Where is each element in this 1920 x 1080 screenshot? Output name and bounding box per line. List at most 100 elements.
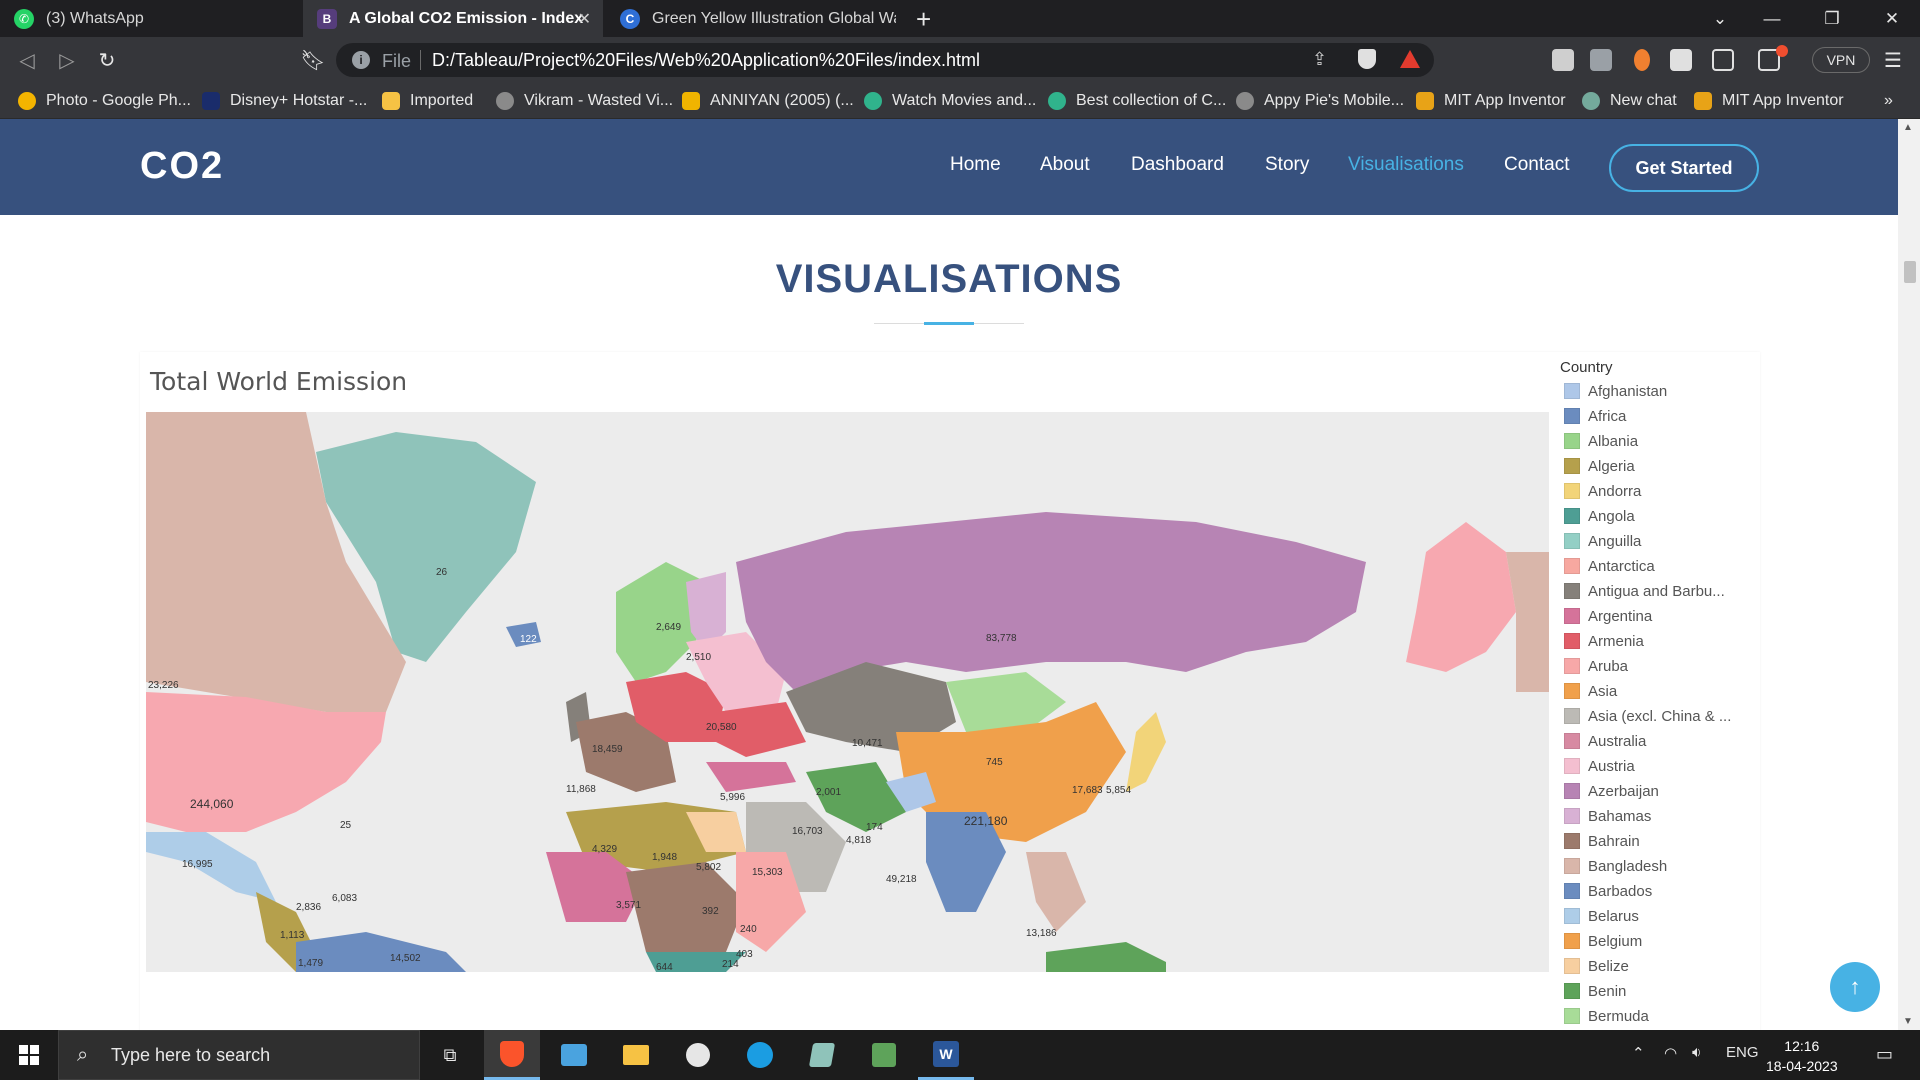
menu-icon[interactable]: ☰	[1880, 47, 1906, 73]
brave-rewards-icon[interactable]	[1400, 50, 1420, 68]
legend-item[interactable]: Antarctica	[1564, 556, 1655, 576]
legend-item[interactable]: Afghanistan	[1564, 381, 1667, 401]
taskbar-clock[interactable]: 12:16 18-04-2023	[1766, 1036, 1838, 1076]
tab-search-icon[interactable]: ⌄	[1694, 0, 1746, 37]
scrollbar-thumb[interactable]	[1904, 261, 1916, 283]
bookmark-watch-movies[interactable]: Watch Movies and...	[864, 83, 1036, 119]
close-tab-icon[interactable]: ✕	[578, 9, 591, 29]
image-viewer-icon[interactable]	[856, 1030, 912, 1080]
legend-item[interactable]: Bahrain	[1564, 831, 1640, 851]
google-photos-icon	[18, 92, 36, 110]
legend-item[interactable]: Albania	[1564, 431, 1638, 451]
nav-dashboard[interactable]: Dashboard	[1131, 154, 1224, 176]
sidebar-icon[interactable]	[1712, 49, 1734, 71]
vpn-button[interactable]: VPN	[1812, 47, 1870, 73]
language-indicator[interactable]: ENG	[1726, 1044, 1759, 1061]
legend-item[interactable]: Antigua and Barbu...	[1564, 581, 1725, 601]
world-map[interactable]: 26 23,226 244,060 16,995 83,778 221,180 …	[146, 412, 1549, 972]
back-to-top-button[interactable]: ↑	[1830, 962, 1880, 1012]
legend-item[interactable]: Benin	[1564, 981, 1626, 1001]
forward-icon[interactable]: ▷	[54, 47, 80, 73]
legend-item[interactable]: Anguilla	[1564, 531, 1641, 551]
back-icon[interactable]: ◁	[14, 47, 40, 73]
legend-swatch	[1564, 608, 1580, 624]
close-window-icon[interactable]: ✕	[1866, 0, 1918, 37]
tray-overflow-icon[interactable]: ⌃	[1632, 1044, 1645, 1062]
bookmark-mit-app-inventor[interactable]: MIT App Inventor	[1416, 83, 1566, 119]
url-text[interactable]: D:/Tableau/Project%20Files/Web%20Applica…	[432, 50, 980, 71]
legend-item[interactable]: Austria	[1564, 756, 1635, 776]
nav-contact[interactable]: Contact	[1504, 154, 1569, 176]
edge-browser-icon[interactable]	[732, 1030, 788, 1080]
legend-item[interactable]: Belarus	[1564, 906, 1639, 926]
legend-item[interactable]: Asia	[1564, 681, 1617, 701]
page-scrollbar[interactable]: ▲ ▼	[1898, 119, 1920, 1030]
bookmark-best-collection[interactable]: Best collection of C...	[1048, 83, 1226, 119]
bookmark-anniyan[interactable]: ANNIYAN (2005) (...	[682, 83, 854, 119]
wifi-icon[interactable]: ◠	[1664, 1044, 1677, 1062]
volume-icon[interactable]: 🔉︎	[1692, 1044, 1701, 1061]
legend-item[interactable]: Africa	[1564, 406, 1626, 426]
scroll-up-icon[interactable]: ▲	[1903, 122, 1913, 133]
taskbar-search[interactable]: ⌕ Type here to search	[58, 1030, 420, 1080]
world-map-svg[interactable]	[146, 412, 1549, 972]
site-logo[interactable]: CO2	[140, 145, 224, 188]
legend-item[interactable]: Asia (excl. China & ...	[1564, 706, 1731, 726]
legend-item[interactable]: Belize	[1564, 956, 1629, 976]
new-tab-button[interactable]: +	[916, 4, 931, 35]
nav-home[interactable]: Home	[950, 154, 1001, 176]
bookmarks-overflow-icon[interactable]: »	[1884, 83, 1893, 119]
bookmark-new-chat[interactable]: New chat	[1582, 83, 1677, 119]
legend-item[interactable]: Belgium	[1564, 931, 1642, 951]
legend-item[interactable]: Aruba	[1564, 656, 1628, 676]
extension-icon-2[interactable]	[1634, 49, 1650, 71]
download-icon[interactable]	[1590, 49, 1612, 71]
address-bar[interactable]: i File D:/Tableau/Project%20Files/Web%20…	[336, 43, 1434, 77]
bookmark-hotstar[interactable]: Disney+ Hotstar -...	[202, 83, 367, 119]
restore-icon[interactable]: ❐	[1806, 0, 1858, 37]
bookmark-mit-app-inventor-2[interactable]: MIT App Inventor	[1694, 83, 1844, 119]
tab-title: A Global CO2 Emission - Index	[349, 9, 584, 27]
desktop-app-icon[interactable]	[546, 1030, 602, 1080]
nav-story[interactable]: Story	[1265, 154, 1309, 176]
file-explorer-icon[interactable]	[608, 1030, 664, 1080]
legend-item[interactable]: Algeria	[1564, 456, 1635, 476]
minimize-icon[interactable]: —	[1746, 0, 1798, 37]
tab-co2-index[interactable]: B A Global CO2 Emission - Index ✕	[303, 0, 603, 37]
reload-icon[interactable]: ↻	[94, 47, 120, 73]
extension-icon-1[interactable]	[1552, 49, 1574, 71]
tab-whatsapp[interactable]: ✆ (3) WhatsApp	[0, 0, 300, 37]
notifications-icon[interactable]: ▭	[1876, 1044, 1893, 1065]
bookmark-vikram[interactable]: Vikram - Wasted Vi...	[496, 83, 673, 119]
legend-item[interactable]: Barbados	[1564, 881, 1652, 901]
bookmark-appy-pie[interactable]: Appy Pie's Mobile...	[1236, 83, 1404, 119]
bookmark-folder-imported[interactable]: Imported	[382, 83, 473, 119]
extensions-puzzle-icon[interactable]	[1670, 49, 1692, 71]
legend-item[interactable]: Angola	[1564, 506, 1635, 526]
bookmark-page-icon[interactable]: 🔖︎	[300, 47, 326, 73]
bookmark-google-photos[interactable]: Photo - Google Ph...	[18, 83, 191, 119]
legend-item[interactable]: Bermuda	[1564, 1006, 1649, 1026]
brave-shield-icon[interactable]	[1358, 49, 1376, 69]
legend-item[interactable]: Armenia	[1564, 631, 1644, 651]
task-view-icon[interactable]: ⧉	[422, 1030, 478, 1080]
notes-app-icon[interactable]	[794, 1030, 850, 1080]
legend-item[interactable]: Azerbaijan	[1564, 781, 1659, 801]
hotstar-icon	[202, 92, 220, 110]
site-info-icon[interactable]: i	[352, 51, 370, 69]
snipping-tool-icon[interactable]	[670, 1030, 726, 1080]
legend-item[interactable]: Argentina	[1564, 606, 1652, 626]
nav-about[interactable]: About	[1040, 154, 1090, 176]
legend-item[interactable]: Bangladesh	[1564, 856, 1667, 876]
word-icon[interactable]: W	[918, 1030, 974, 1080]
get-started-button[interactable]: Get Started	[1609, 144, 1759, 192]
legend-item[interactable]: Australia	[1564, 731, 1646, 751]
brave-browser-icon[interactable]	[484, 1030, 540, 1080]
tab-canva[interactable]: C Green Yellow Illustration Global Warmi	[606, 0, 906, 37]
scroll-down-icon[interactable]: ▼	[1903, 1016, 1913, 1027]
windows-start-button[interactable]	[0, 1030, 58, 1080]
nav-visualisations[interactable]: Visualisations	[1348, 154, 1464, 176]
legend-item[interactable]: Andorra	[1564, 481, 1641, 501]
share-icon[interactable]: ⇪	[1312, 49, 1327, 70]
legend-item[interactable]: Bahamas	[1564, 806, 1651, 826]
